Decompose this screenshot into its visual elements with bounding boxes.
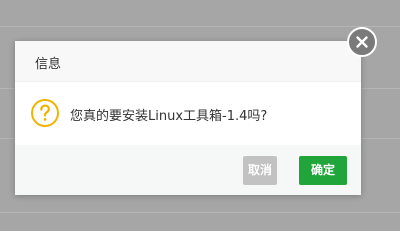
dialog-footer: 取消 确定	[15, 145, 361, 195]
cancel-button[interactable]: 取消	[243, 156, 277, 185]
dialog-title: 信息	[35, 57, 62, 72]
close-button[interactable]	[347, 27, 377, 57]
backdrop-divider	[0, 212, 400, 213]
question-icon	[30, 98, 60, 128]
dialog-message: 您真的要安装Linux工具箱-1.4吗?	[70, 109, 268, 124]
confirm-button[interactable]: 确定	[299, 156, 347, 185]
dialog-header: 信息	[15, 41, 361, 82]
dialog-body: 您真的要安装Linux工具箱-1.4吗?	[15, 82, 361, 144]
backdrop-divider	[0, 26, 400, 27]
confirm-dialog: 信息 您真的要安装Linux工具箱-1.4吗? 取消 确定	[15, 41, 361, 195]
